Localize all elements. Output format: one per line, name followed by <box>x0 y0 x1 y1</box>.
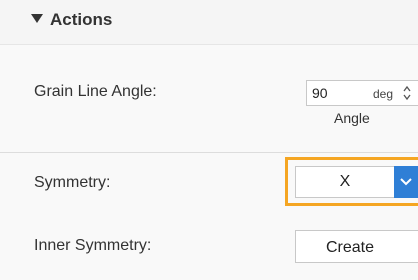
create-button[interactable]: Create <box>295 230 418 263</box>
angle-value: 90 <box>312 85 328 101</box>
symmetry-selected-value: X <box>339 173 351 190</box>
chevron-down-icon <box>400 178 412 186</box>
grain-line-angle-label: Grain Line Angle: <box>34 83 157 100</box>
spinner-icon[interactable] <box>402 83 412 103</box>
angle-caption: Angle <box>334 110 370 126</box>
angle-unit: deg <box>373 87 394 101</box>
grain-line-angle-input[interactable]: 90 deg <box>306 80 418 106</box>
section-title: Actions <box>50 10 113 29</box>
section-divider <box>0 152 418 153</box>
actions-section-header[interactable]: Actions <box>0 0 418 44</box>
caret-down-icon[interactable] <box>31 14 43 23</box>
inner-symmetry-label: Inner Symmetry: <box>34 237 152 254</box>
symmetry-label: Symmetry: <box>34 174 111 191</box>
symmetry-select[interactable]: X <box>295 166 418 198</box>
dropdown-toggle[interactable] <box>394 166 418 198</box>
